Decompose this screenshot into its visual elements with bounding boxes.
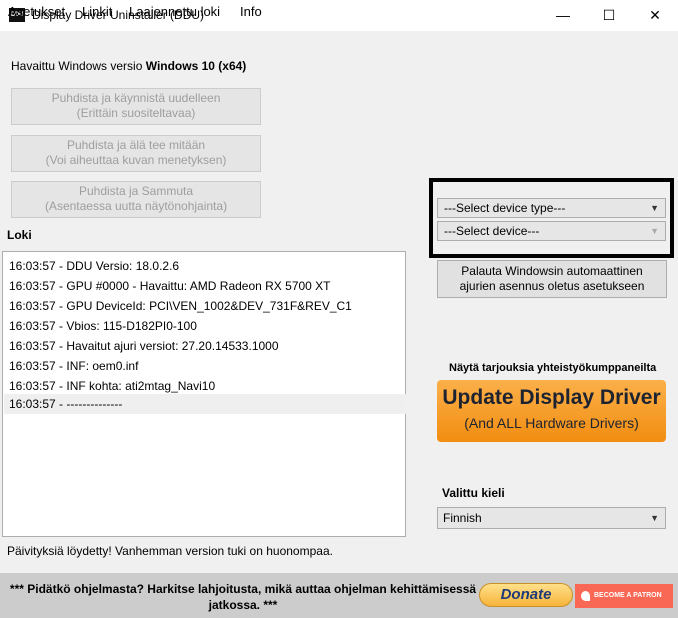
minimize-button[interactable]: — xyxy=(540,0,586,31)
clean-restart-label: Puhdista ja käynnistä uudelleen xyxy=(51,91,221,105)
chevron-down-icon: ▼ xyxy=(650,513,659,523)
menu-asetukset[interactable]: Asetukset xyxy=(8,4,65,19)
chevron-down-icon: ▼ xyxy=(650,226,659,236)
restore-button-line2: ajurien asennus oletus asetukseen xyxy=(459,279,645,293)
log-entry[interactable]: 16:03:57 - GPU #0000 - Havaittu: AMD Rad… xyxy=(9,276,331,296)
clean-no-restart-button[interactable]: Puhdista ja älä tee mitään (Voi aiheutta… xyxy=(11,135,261,172)
partner-offers-label: Näytä tarjouksia yhteistyökumppaneilta xyxy=(449,362,657,374)
log-label: Loki xyxy=(7,228,32,242)
ad-subtitle: (And ALL Hardware Drivers) xyxy=(464,415,639,431)
log-entry[interactable]: 16:03:57 - Vbios: 115-D182PI0-100 xyxy=(9,316,197,336)
language-label: Valittu kieli xyxy=(442,486,505,500)
maximize-button[interactable]: ☐ xyxy=(586,0,632,31)
menu-info[interactable]: Info xyxy=(240,4,262,19)
clean-shutdown-label: Puhdista ja Sammuta xyxy=(78,184,194,198)
log-listbox[interactable]: 16:03:57 - DDU Versio: 18.0.2.6 16:03:57… xyxy=(2,251,406,537)
clean-no-restart-label: Puhdista ja älä tee mitään xyxy=(66,138,206,152)
update-display-driver-ad[interactable]: Update Display Driver (And ALL Hardware … xyxy=(437,380,666,442)
device-select[interactable]: ---Select device--- ▼ xyxy=(437,221,666,241)
log-entry[interactable]: 16:03:57 - GPU DeviceId: PCI\VEN_1002&DE… xyxy=(9,296,352,316)
close-button[interactable]: ✕ xyxy=(632,0,678,31)
ad-title: Update Display Driver xyxy=(442,386,661,409)
clean-restart-button[interactable]: Puhdista ja käynnistä uudelleen (Erittäi… xyxy=(11,88,261,125)
menu-bar xyxy=(0,31,678,53)
windows-version-prefix: Havaittu Windows versio xyxy=(11,59,146,73)
clean-restart-note: (Erittäin suositeltavaa) xyxy=(76,106,196,120)
clean-no-restart-note: (Voi aiheuttaa kuvan menetyksen) xyxy=(45,153,227,167)
log-entry[interactable]: 16:03:57 - INF kohta: ati2mtag_Navi10 xyxy=(9,376,215,396)
language-value: Finnish xyxy=(443,511,482,525)
highlight-frame xyxy=(429,178,674,258)
chevron-down-icon: ▼ xyxy=(650,203,659,213)
device-type-select[interactable]: ---Select device type--- ▼ xyxy=(437,198,666,218)
log-entry[interactable]: 16:03:57 - DDU Versio: 18.0.2.6 xyxy=(9,256,179,276)
device-type-value: ---Select device type--- xyxy=(444,201,566,215)
donation-message: *** Pidätkö ohjelmasta? Harkitse lahjoit… xyxy=(9,582,477,612)
patron-label: BECOME A PATRON xyxy=(594,592,662,599)
menu-laajennettu-loki[interactable]: Laajennettu loki xyxy=(129,4,220,19)
donate-button[interactable]: Donate xyxy=(479,583,573,607)
log-entry[interactable]: 16:03:57 - Havaitut ajuri versiot: 27.20… xyxy=(9,336,279,356)
log-entry[interactable]: 16:03:57 - INF: oem0.inf xyxy=(9,356,138,376)
windows-version-value: Windows 10 (x64) xyxy=(145,59,247,73)
device-value: ---Select device--- xyxy=(444,224,540,238)
clean-shutdown-button[interactable]: Puhdista ja Sammuta (Asentaessa uutta nä… xyxy=(11,181,261,218)
clean-shutdown-note: (Asentaessa uutta näytönohjainta) xyxy=(44,199,228,213)
windows-version-line: Havaittu Windows versio Windows 10 (x64) xyxy=(11,59,246,73)
patreon-icon xyxy=(581,591,590,601)
menu-linkit[interactable]: Linkit xyxy=(82,4,112,19)
log-entry[interactable]: 16:03:57 - -------------- xyxy=(9,394,122,414)
restore-auto-driver-install-button[interactable]: Palauta Windowsin automaattinen ajurien … xyxy=(437,260,667,298)
restore-button-line1: Palauta Windowsin automaattinen xyxy=(461,264,643,278)
language-select[interactable]: Finnish ▼ xyxy=(437,507,666,529)
become-a-patron-button[interactable]: BECOME A PATRON xyxy=(575,584,673,608)
update-status-text: Päivityksiä löydetty! Vanhemman version … xyxy=(7,544,333,558)
